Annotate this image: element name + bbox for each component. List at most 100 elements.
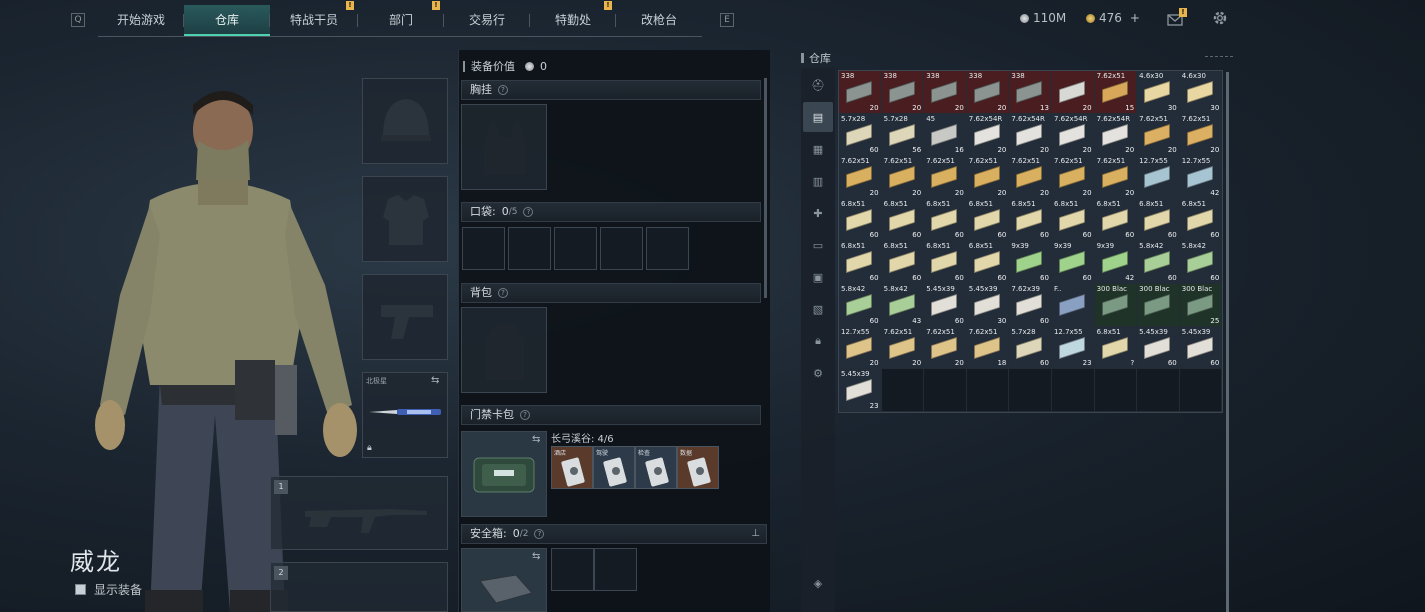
ammo-item[interactable]: 6.8x51 60 xyxy=(881,241,925,284)
ammo-item[interactable]: 300 Blac 25 xyxy=(1179,283,1223,327)
empty-stash-cell[interactable] xyxy=(924,369,967,412)
ammo-item[interactable]: 5.45x39 23 xyxy=(839,369,882,412)
ammo-item[interactable]: 5.7x28 60 xyxy=(839,113,882,157)
ammo-item[interactable]: 5.45x39 60 xyxy=(1179,326,1223,370)
ammo-item[interactable]: 7.62x51 20 xyxy=(839,156,882,199)
ammo-category-icon[interactable]: ▤ xyxy=(803,102,833,132)
next-tab-key-hint[interactable]: E xyxy=(720,13,734,27)
mail-button[interactable]: ! xyxy=(1166,8,1187,27)
add-gold-button[interactable]: + xyxy=(1130,11,1140,25)
ammo-item[interactable]: 7.62x51 20 xyxy=(1179,113,1223,157)
swap-icon[interactable]: ⇆ xyxy=(532,551,540,562)
pocket-slot[interactable] xyxy=(508,227,551,270)
stash-scrollbar[interactable] xyxy=(1226,72,1229,612)
lock-category-icon[interactable]: 🔒︎ xyxy=(803,326,833,356)
ammo-item[interactable]: 45 16 xyxy=(924,113,967,157)
loadout-scrollbar[interactable] xyxy=(764,78,767,298)
swap-icon[interactable]: ⇆ xyxy=(431,375,439,386)
ammo-item[interactable]: 5.45x39 60 xyxy=(924,283,967,327)
ammo-item[interactable]: 338 20 xyxy=(924,71,967,114)
ammo-item[interactable]: 9x39 60 xyxy=(1009,241,1052,284)
attachment-category-icon[interactable]: ▣ xyxy=(803,262,833,292)
ammo-item[interactable]: 6.8x51 60 xyxy=(924,198,967,242)
ammo-item[interactable]: 6.8x51 60 xyxy=(966,198,1010,242)
empty-stash-cell[interactable] xyxy=(966,369,1010,412)
help-icon[interactable]: ? xyxy=(498,288,508,298)
show-equipment-checkbox[interactable] xyxy=(75,584,86,595)
misc-category-icon[interactable]: ▧ xyxy=(803,294,833,324)
ammo-item[interactable]: 6.8x51 60 xyxy=(1094,198,1138,242)
empty-stash-cell[interactable] xyxy=(1137,369,1180,412)
ammo-item[interactable]: 5.8x42 60 xyxy=(839,283,882,327)
ammo-item[interactable]: 7.62x51 20 xyxy=(881,156,925,199)
ammo-item[interactable]: 7.62x51 20 xyxy=(966,156,1010,199)
ammo-item[interactable]: 7.62x51 20 xyxy=(881,326,925,370)
keycard-item[interactable]: 酒店 xyxy=(551,446,593,489)
ammo-item[interactable]: 7.62x51 20 xyxy=(1137,113,1180,157)
ammo-item[interactable]: 7.62x54R 20 xyxy=(966,113,1010,157)
ammo-item[interactable]: 12.7x55 20 xyxy=(839,326,882,370)
settings-category-icon[interactable]: ⚙ xyxy=(803,358,833,388)
keycard-item[interactable]: 检查 xyxy=(635,446,677,489)
ammo-item[interactable]: 20 xyxy=(1051,71,1095,114)
keycard-case-slot[interactable]: ⇆ xyxy=(461,431,547,517)
ammo-item[interactable]: 7.62x51 15 xyxy=(1094,71,1138,114)
melee-slot[interactable]: 北极星 ⇆ 🔒︎ xyxy=(362,372,448,458)
ammo-item[interactable]: 5.7x28 60 xyxy=(1009,326,1052,370)
pocket-slot[interactable] xyxy=(646,227,689,270)
weapon-category-icon[interactable]: ▭ xyxy=(803,230,833,260)
tab-2[interactable]: 特战干员! xyxy=(270,1,358,36)
pin-icon[interactable]: ⊥ xyxy=(751,525,760,543)
ammo-item[interactable]: 7.62x51 20 xyxy=(924,156,967,199)
pocket-slot[interactable] xyxy=(554,227,597,270)
ammo-item[interactable]: 6.8x51 60 xyxy=(881,198,925,242)
ammo-item[interactable]: F.. xyxy=(1051,283,1095,327)
ammo-item[interactable]: 6.8x51 60 xyxy=(924,241,967,284)
tab-6[interactable]: 改枪台 xyxy=(616,5,702,36)
tab-3[interactable]: 部门! xyxy=(358,1,444,36)
ammo-item[interactable]: 12.7x55 23 xyxy=(1051,326,1095,370)
ammo-item[interactable]: 6.8x51 60 xyxy=(1179,198,1223,242)
ammo-item[interactable]: 7.62x39 60 xyxy=(1009,283,1052,327)
ammo-item[interactable]: 6.8x51 60 xyxy=(966,241,1010,284)
tab-5[interactable]: 特勤处! xyxy=(530,1,616,36)
ammo-item[interactable]: 4.6x30 30 xyxy=(1179,71,1223,114)
backpack-slot[interactable] xyxy=(461,307,547,393)
ammo-item[interactable]: 7.62x51 18 xyxy=(966,326,1010,370)
empty-stash-cell[interactable] xyxy=(1094,369,1138,412)
empty-stash-cell[interactable] xyxy=(881,369,925,412)
ammo-item[interactable]: 300 Blac xyxy=(1094,283,1138,327)
help-icon[interactable]: ? xyxy=(498,85,508,95)
armor-slot[interactable] xyxy=(362,176,448,262)
ammo-item[interactable]: 6.8x51 60 xyxy=(839,198,882,242)
empty-stash-cell[interactable] xyxy=(1051,369,1095,412)
ammo-item[interactable]: 7.62x54R 20 xyxy=(1009,113,1052,157)
help-icon[interactable]: ? xyxy=(534,529,545,539)
keycard-item[interactable]: 数据 xyxy=(677,446,719,489)
armor-category-icon[interactable]: ▦ xyxy=(803,134,833,164)
rig-category-icon[interactable]: ▥ xyxy=(803,166,833,196)
ammo-item[interactable]: 9x39 60 xyxy=(1051,241,1095,284)
helmet-category-icon[interactable]: ⛑ xyxy=(803,70,833,100)
ammo-item[interactable]: 5.8x42 60 xyxy=(1137,241,1180,284)
layers-icon[interactable]: ◈ xyxy=(803,568,833,598)
tab-0[interactable]: 开始游戏 xyxy=(98,5,184,36)
pocket-slot[interactable] xyxy=(462,227,505,270)
empty-stash-cell[interactable] xyxy=(1179,369,1223,412)
ammo-item[interactable]: 6.8x51 60 xyxy=(1009,198,1052,242)
ammo-item[interactable]: 7.62x51 20 xyxy=(1051,156,1095,199)
ammo-item[interactable]: 7.62x54R 20 xyxy=(1094,113,1138,157)
ammo-item[interactable]: 6.8x51 60 xyxy=(839,241,882,284)
ammo-item[interactable]: 338 13 xyxy=(1009,71,1052,114)
help-icon[interactable]: ? xyxy=(520,410,530,420)
safebox-cell[interactable] xyxy=(594,548,637,591)
ammo-item[interactable]: 7.62x51 20 xyxy=(1094,156,1138,199)
ammo-item[interactable]: 5.8x42 43 xyxy=(881,283,925,327)
keycard-item[interactable]: 驾驶 xyxy=(593,446,635,489)
ammo-item[interactable]: 338 20 xyxy=(839,71,882,114)
show-equipment-toggle[interactable]: 显示装备 xyxy=(75,581,142,598)
settings-button[interactable] xyxy=(1211,9,1229,31)
help-icon[interactable]: ? xyxy=(523,207,534,217)
ammo-item[interactable]: 6.8x51 60 xyxy=(1137,198,1180,242)
tab-1[interactable]: 仓库 xyxy=(184,5,270,36)
